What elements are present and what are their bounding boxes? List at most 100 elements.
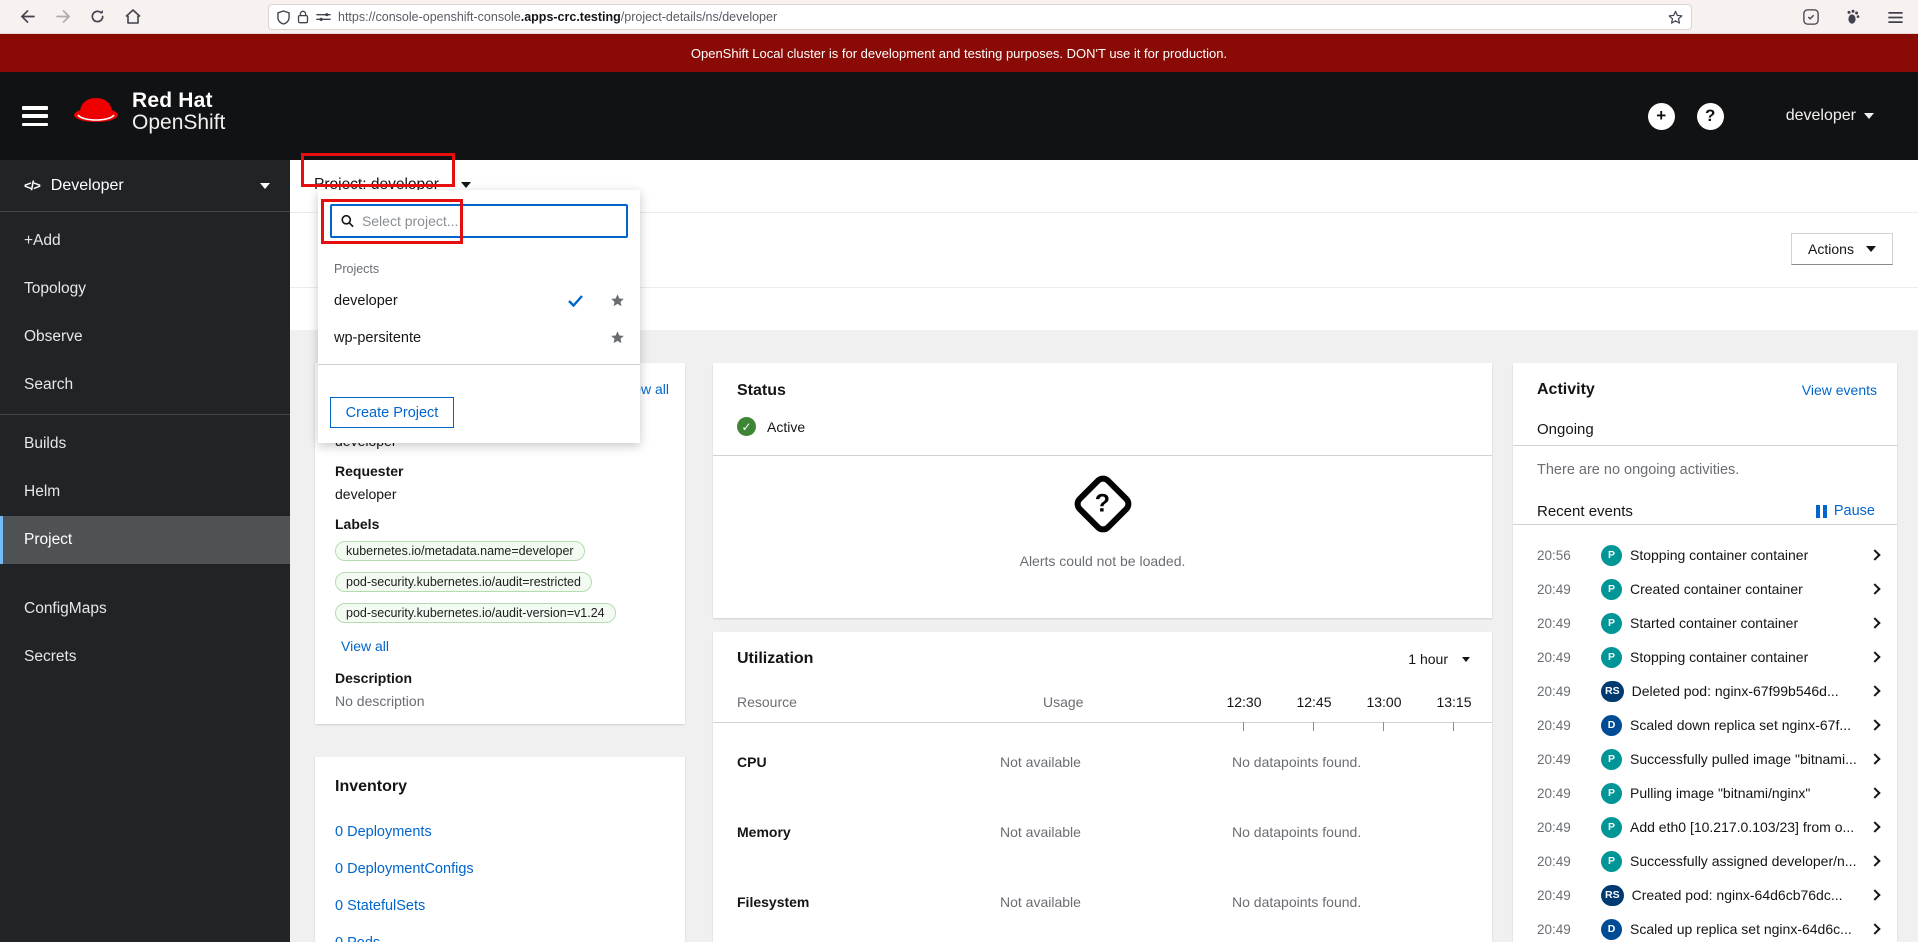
projects-group-label: Projects	[334, 262, 380, 276]
event-time: 20:49	[1537, 717, 1571, 733]
usage-column-header: Usage	[1043, 694, 1084, 710]
actions-button[interactable]: Actions	[1791, 233, 1893, 265]
forward-icon[interactable]	[48, 4, 78, 30]
event-row[interactable]: 20:49 P Successfully assigned developer/…	[1513, 844, 1897, 878]
resource-kind-badge: RS	[1601, 884, 1624, 906]
project-option[interactable]: developer	[318, 282, 640, 319]
event-row[interactable]: 20:49 P Started container container	[1513, 606, 1897, 640]
user-menu[interactable]: developer	[1786, 107, 1874, 125]
event-row[interactable]: 20:56 P Stopping container container	[1513, 538, 1897, 572]
help-icon[interactable]: ?	[1696, 102, 1724, 130]
resource-usage: Not available	[1000, 894, 1081, 910]
permissions-icon[interactable]	[316, 12, 331, 22]
resource-kind-badge: P	[1601, 612, 1622, 634]
divider	[713, 455, 1492, 456]
resource-kind-badge: P	[1601, 646, 1622, 668]
event-row[interactable]: 20:49 P Successfully pulled image "bitna…	[1513, 742, 1897, 776]
view-events-link[interactable]: View events	[1802, 382, 1877, 398]
inventory-title: Inventory	[335, 778, 408, 795]
user-name: developer	[1785, 107, 1856, 124]
activity-title: Activity	[1537, 381, 1595, 398]
extension-shield-icon[interactable]	[1796, 4, 1826, 30]
event-row[interactable]: 20:49 D Scaled up replica set nginx-64d6…	[1513, 912, 1897, 942]
project-search-input[interactable]	[361, 213, 617, 229]
create-project-button[interactable]: Create Project	[330, 397, 454, 428]
utilization-row: CPU Not available No datapoints found.	[713, 730, 1492, 800]
project-options: developer wp-persitente	[318, 282, 640, 356]
utilization-header-row: Resource Usage 12:30 12:45 13:00 13:15	[713, 688, 1492, 722]
resource-name: CPU	[737, 754, 767, 770]
status-row: ✓ Active	[737, 417, 805, 436]
event-message: Started container container	[1630, 615, 1799, 631]
activity-card: Activity View events Ongoing There are n…	[1513, 363, 1897, 942]
label-chip: kubernetes.io/metadata.name=developer	[335, 541, 585, 561]
inventory-link[interactable]: 0 Deployments	[335, 813, 474, 850]
sidebar-item[interactable]: ConfigMaps	[0, 585, 290, 633]
chevron-right-icon	[1869, 651, 1881, 663]
resource-column-header: Resource	[737, 694, 797, 710]
resource-kind-badge: P	[1601, 748, 1622, 770]
event-row[interactable]: 20:49 P Add eth0 [10.217.0.103/23] from …	[1513, 810, 1897, 844]
inventory-link[interactable]: 0 Pods	[335, 924, 474, 942]
shield-icon[interactable]	[277, 9, 290, 25]
quick-create-icon[interactable]: +	[1647, 102, 1675, 130]
browser-menu-icon[interactable]	[1880, 4, 1910, 30]
details-body: developer Requester developer Labels kub…	[335, 433, 669, 716]
back-icon[interactable]	[12, 4, 42, 30]
duration-select[interactable]: 1 hour	[1408, 651, 1470, 667]
event-message: Stopping container container	[1630, 547, 1809, 563]
favorite-star-icon[interactable]	[610, 293, 625, 308]
search-icon	[341, 214, 354, 228]
label-chip: pod-security.kubernetes.io/audit-version…	[335, 603, 616, 623]
labels-view-all-link[interactable]: View all	[341, 638, 389, 654]
footprint-extension-icon[interactable]	[1838, 4, 1868, 30]
resource-name: Memory	[737, 824, 791, 840]
inventory-card: Inventory 0 Deployments 0 DeploymentConfi…	[315, 757, 685, 942]
event-time: 20:49	[1537, 819, 1571, 835]
sidebar-item[interactable]: Project	[0, 516, 290, 564]
project-option[interactable]: wp-persitente	[318, 319, 640, 356]
event-row[interactable]: 20:49 P Stopping container container	[1513, 640, 1897, 674]
perspective-switcher[interactable]: </> Developer	[0, 160, 290, 212]
favorite-star-icon[interactable]	[610, 330, 625, 345]
reload-icon[interactable]	[82, 4, 112, 30]
sidebar-item[interactable]: Builds	[0, 420, 290, 468]
inventory-link[interactable]: 0 DeploymentConfigs	[335, 850, 474, 887]
event-time: 20:49	[1537, 887, 1571, 903]
sidebar-item[interactable]: +Add	[0, 217, 290, 265]
divider	[1513, 524, 1897, 525]
event-row[interactable]: 20:49 RS Created pod: nginx-64d6cb76dc..…	[1513, 878, 1897, 912]
nav-toggle-icon[interactable]	[22, 106, 48, 126]
bookmark-star-icon[interactable]	[1668, 10, 1683, 25]
chevron-right-icon	[1869, 617, 1881, 629]
resource-kind-badge: P	[1601, 850, 1622, 872]
resource-kind-badge: D	[1601, 918, 1622, 940]
divider	[318, 364, 640, 365]
sidebar-item[interactable]: Helm	[0, 468, 290, 516]
project-search-box[interactable]	[330, 204, 628, 238]
event-message: Deleted pod: nginx-67f99b546d...	[1631, 683, 1839, 699]
event-row[interactable]: 20:49 P Created container container	[1513, 572, 1897, 606]
pause-events-button[interactable]: Pause	[1815, 503, 1875, 519]
sidebar-item[interactable]: Search	[0, 361, 290, 409]
lock-icon[interactable]	[297, 10, 309, 24]
sidebar-item[interactable]: Topology	[0, 265, 290, 313]
url-bar[interactable]: https://console-openshift-console.apps-c…	[268, 4, 1692, 30]
recent-events-label: Recent events	[1537, 503, 1633, 520]
event-time: 20:49	[1537, 615, 1571, 631]
time-axis: 12:30 12:45 13:00 13:15	[1192, 694, 1492, 714]
sidebar-item[interactable]: Observe	[0, 313, 290, 361]
brand-logo[interactable]: Red Hat OpenShift	[70, 89, 225, 134]
event-row[interactable]: 20:49 D Scaled down replica set nginx-67…	[1513, 708, 1897, 742]
event-time: 20:56	[1537, 547, 1571, 563]
event-time: 20:49	[1537, 921, 1571, 937]
sidebar-item[interactable]: Secrets	[0, 633, 290, 681]
event-time: 20:49	[1537, 853, 1571, 869]
resource-usage: Not available	[1000, 754, 1081, 770]
event-row[interactable]: 20:49 P Pulling image "bitnami/nginx"	[1513, 776, 1897, 810]
event-row[interactable]: 20:49 RS Deleted pod: nginx-67f99b546d..…	[1513, 674, 1897, 708]
divider	[1513, 445, 1897, 446]
home-icon[interactable]	[118, 4, 148, 30]
inventory-link[interactable]: 0 StatefulSets	[335, 887, 474, 924]
event-time: 20:49	[1537, 581, 1571, 597]
